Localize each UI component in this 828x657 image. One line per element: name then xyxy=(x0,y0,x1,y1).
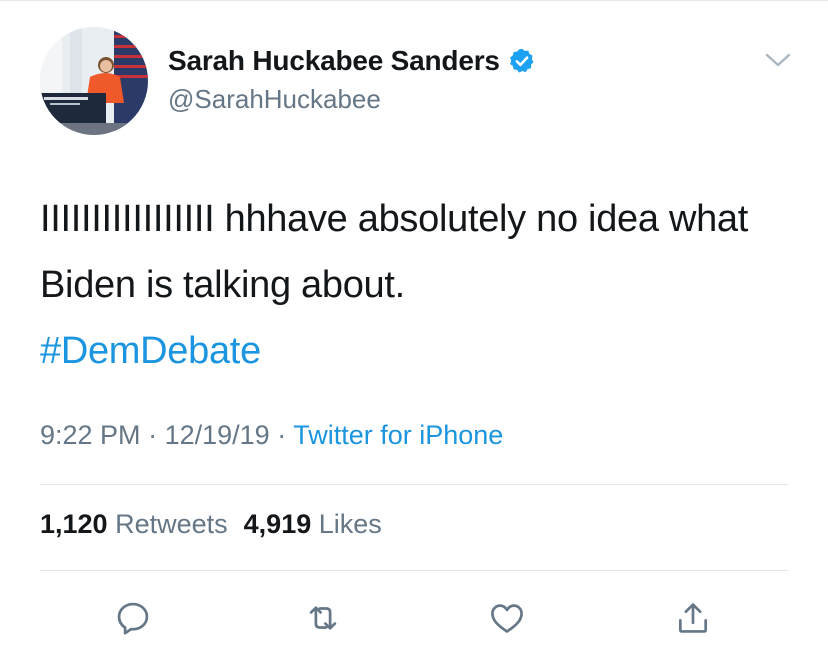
retweets-label: Retweets xyxy=(115,509,228,539)
chevron-down-icon[interactable] xyxy=(764,50,792,70)
share-button[interactable] xyxy=(673,598,713,638)
meta-separator: · xyxy=(277,420,287,450)
tweet-body: IIIIIIIIIIIIIIIII hhhave absolutely no i… xyxy=(40,198,749,306)
meta-separator: · xyxy=(148,420,158,450)
top-divider xyxy=(0,0,828,1)
divider xyxy=(40,570,788,571)
tweet-source-link[interactable]: Twitter for iPhone xyxy=(293,420,503,450)
reply-button[interactable] xyxy=(113,598,153,638)
tweet-time[interactable]: 9:22 PM xyxy=(40,420,141,450)
reply-icon xyxy=(117,602,149,635)
hashtag-link[interactable]: #DemDebate xyxy=(40,318,800,384)
like-button[interactable] xyxy=(487,598,527,638)
verified-badge-icon xyxy=(508,47,536,75)
tweet-metadata: 9:22 PM · 12/19/19 · Twitter for iPhone xyxy=(40,420,503,451)
divider xyxy=(40,484,788,485)
display-name[interactable]: Sarah Huckabee Sanders xyxy=(168,45,500,77)
tweet-text: IIIIIIIIIIIIIIIII hhhave absolutely no i… xyxy=(40,186,800,384)
share-icon xyxy=(678,603,708,633)
avatar-photo xyxy=(40,27,148,135)
tweet-date[interactable]: 12/19/19 xyxy=(165,420,270,450)
likes-label: Likes xyxy=(318,509,382,539)
like-icon xyxy=(491,604,523,633)
action-bar xyxy=(0,598,828,638)
avatar[interactable] xyxy=(40,27,148,135)
likes-stat[interactable]: 4,919 Likes xyxy=(244,509,382,539)
retweets-stat[interactable]: 1,120 Retweets xyxy=(40,509,228,539)
retweet-icon xyxy=(309,606,337,630)
retweet-button[interactable] xyxy=(303,598,343,638)
tweet-stats: 1,120 Retweets 4,919 Likes xyxy=(40,509,382,540)
retweets-count: 1,120 xyxy=(40,509,108,539)
likes-count: 4,919 xyxy=(243,509,312,539)
user-handle[interactable]: @SarahHuckabee xyxy=(168,84,381,115)
user-name-row[interactable]: Sarah Huckabee Sanders xyxy=(168,44,536,78)
